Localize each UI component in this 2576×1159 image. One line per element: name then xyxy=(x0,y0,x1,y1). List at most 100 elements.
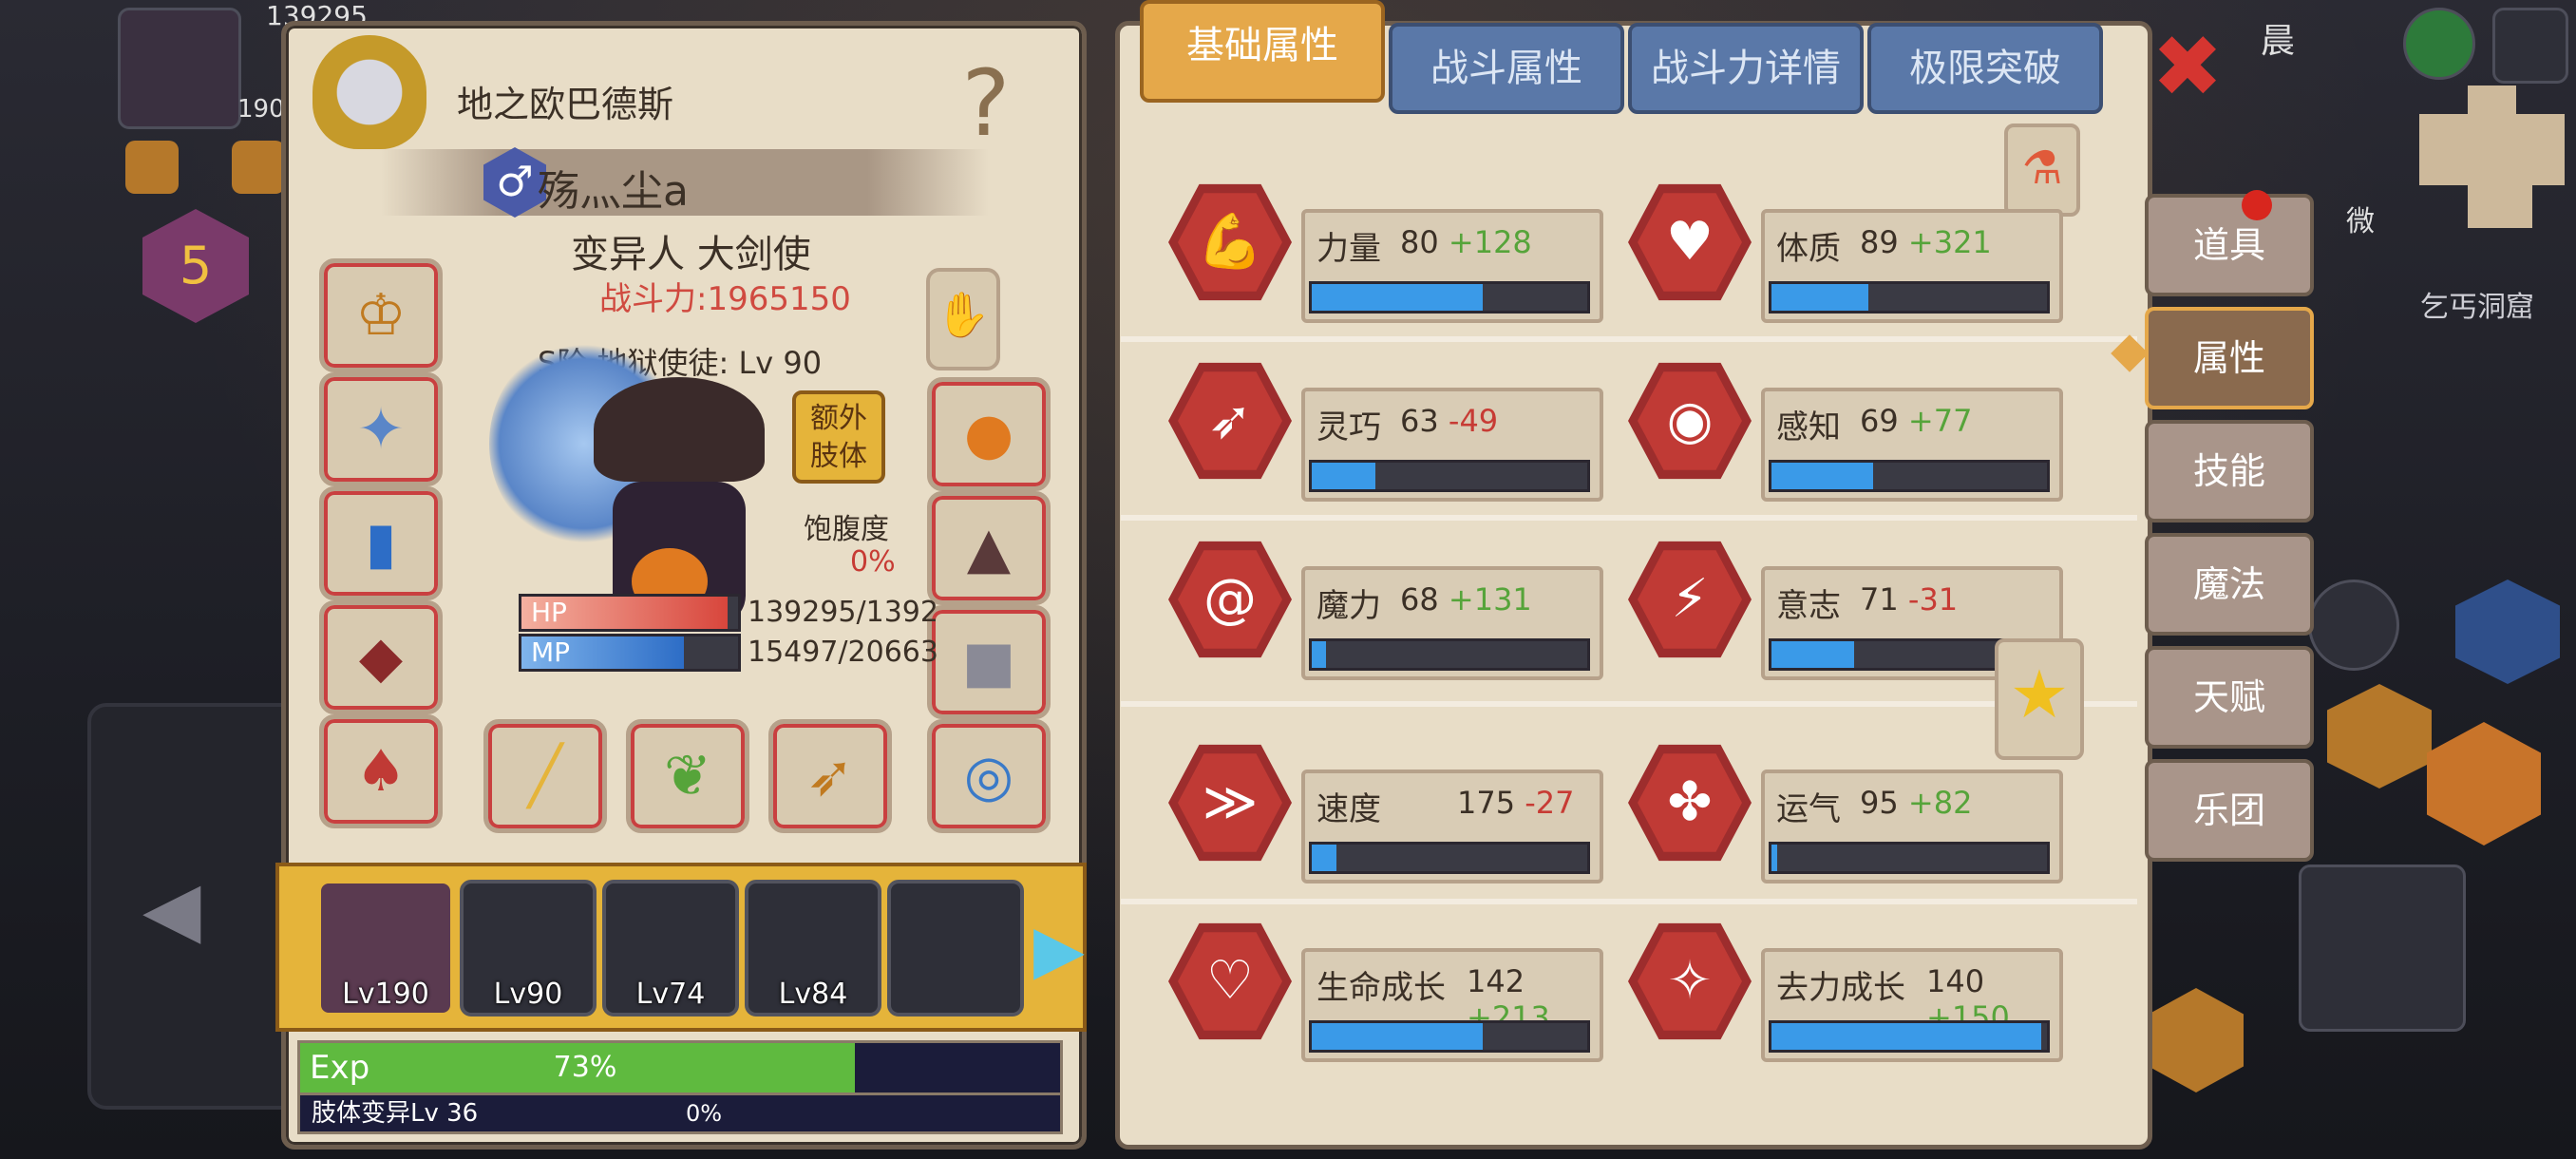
equip-slot-weapon[interactable]: ✦ xyxy=(319,372,443,486)
hanger-icon[interactable]: ? xyxy=(915,50,1057,164)
equip-slot-boots[interactable]: ■ xyxy=(927,605,1051,719)
tab-power-details[interactable]: 战斗力详情 xyxy=(1628,23,1864,114)
stat-value: 63 -49 xyxy=(1400,403,1498,439)
pumpkin-icon: ● xyxy=(963,401,1014,467)
mp-label: MP xyxy=(531,636,571,668)
extra-limb-button[interactable]: 额外 肢体 xyxy=(792,390,885,484)
dpad-left-arrow-icon[interactable]: ◀ xyxy=(142,864,201,953)
row-divider xyxy=(1121,701,2137,707)
hud-top-label: 晨 xyxy=(2261,22,2296,61)
exit-icon[interactable] xyxy=(2492,8,2568,84)
leaf-pumpkin-icon: ❦ xyxy=(663,743,712,809)
equip-slot-leaf[interactable]: ❦ xyxy=(626,719,749,833)
equip-slot-helm[interactable]: ▲ xyxy=(927,491,1051,605)
armor-icon: ◆ xyxy=(358,624,404,691)
ring-icon: ◎ xyxy=(963,743,1014,809)
stat-bar-fill xyxy=(1771,641,1854,668)
hud-skill-icon-2[interactable] xyxy=(232,141,285,194)
stat-base: 63 xyxy=(1400,403,1439,439)
party-strip: Lv190 Lv90 Lv74 Lv84 ▶ xyxy=(275,863,1087,1032)
limb-percent: 0% xyxy=(685,1100,723,1127)
stat-value: 69 +77 xyxy=(1860,403,1972,439)
mp-value: 15497/20663 xyxy=(748,636,938,669)
stat-bar xyxy=(1769,842,2050,874)
stat-base: 142 xyxy=(1467,963,1525,999)
equip-slot-head[interactable]: ♔ xyxy=(319,258,443,372)
stat-glyph: ≫ xyxy=(1178,753,1282,852)
side-menu-skills[interactable]: 技能 xyxy=(2145,420,2314,522)
stat-base: 175 xyxy=(1457,785,1516,821)
stat-bar-fill xyxy=(1312,1023,1483,1050)
side-menu-magic[interactable]: 魔法 xyxy=(2145,533,2314,636)
exp-percent: 73% xyxy=(553,1051,617,1084)
equip-slot-pumpkin[interactable]: ● xyxy=(927,377,1051,491)
party-next-arrow-icon[interactable]: ▶ xyxy=(1033,910,1085,988)
tab-basic-attributes[interactable]: 基础属性 xyxy=(1140,0,1385,103)
satiety-label: 饱腹度 xyxy=(804,513,889,546)
stat-glyph: ♡ xyxy=(1178,932,1282,1031)
equip-slot-bow[interactable]: ➶ xyxy=(768,719,892,833)
side-menu-band[interactable]: 乐团 xyxy=(2145,759,2314,862)
stat-name: 运气 xyxy=(1776,790,1841,828)
tab-limit-break[interactable]: 极限突破 xyxy=(1867,23,2103,114)
equip-slot-armor[interactable]: ◆ xyxy=(319,600,443,714)
stat-glyph: @ xyxy=(1178,550,1282,649)
equip-slot-extra[interactable]: ✋ xyxy=(926,268,1000,370)
favorite-star-icon[interactable]: ★ xyxy=(1995,638,2084,760)
stat-value: 89 +321 xyxy=(1860,224,1992,260)
stat-value: 80 +128 xyxy=(1400,224,1532,260)
side-menu-items[interactable]: 道具 xyxy=(2145,194,2314,296)
party-member-3[interactable]: Lv74 xyxy=(602,880,739,1016)
stat-bar-fill xyxy=(1312,463,1375,489)
equip-slot-staff[interactable]: ╱ xyxy=(483,719,607,833)
stat-base: 95 xyxy=(1860,785,1899,821)
stat-box: 感知 69 +77 xyxy=(1761,388,2063,502)
stat-glyph: ⚡ xyxy=(1638,550,1742,649)
stat-bonus: +77 xyxy=(1907,403,1973,439)
stat-base: 80 xyxy=(1400,224,1439,260)
party-member-level: Lv84 xyxy=(778,978,848,1011)
tab-combat-attributes[interactable]: 战斗属性 xyxy=(1389,23,1624,114)
row-divider xyxy=(1121,899,2137,904)
stat-box: 体质 89 +321 xyxy=(1761,209,2063,323)
side-menu-attributes[interactable]: 属性 xyxy=(2145,307,2314,409)
stat-base: 140 xyxy=(1926,963,1985,999)
hero-hat xyxy=(594,377,765,482)
potion-icon[interactable]: ⚗ xyxy=(2004,124,2080,217)
stat-bar-fill xyxy=(1312,284,1483,311)
equip-slot-ring[interactable]: ◎ xyxy=(927,719,1051,833)
party-member-4[interactable]: Lv84 xyxy=(745,880,881,1016)
hud-avatar[interactable] xyxy=(118,8,241,129)
stat-bar xyxy=(1309,1020,1590,1053)
stat-bar xyxy=(1769,281,2050,314)
stat-bonus: +131 xyxy=(1448,581,1532,618)
stat-box: 速度 175 -27 xyxy=(1301,770,1603,884)
close-icon[interactable]: ✖ xyxy=(2149,25,2226,110)
stat-name: 感知 xyxy=(1776,408,1841,446)
hp-value: 139295/1392 xyxy=(748,596,938,629)
side-menu-talent[interactable]: 天赋 xyxy=(2145,646,2314,749)
globe-icon[interactable] xyxy=(2403,8,2475,80)
stat-glyph: ✧ xyxy=(1638,932,1742,1031)
stat-bar-fill xyxy=(1771,463,1874,489)
notification-dot xyxy=(2242,190,2272,220)
equip-slot-accessory[interactable]: ♠ xyxy=(319,714,443,828)
crown-icon: ♔ xyxy=(355,282,407,349)
hp-bar: HP xyxy=(519,594,741,632)
row-divider xyxy=(1121,515,2137,521)
stat-base: 69 xyxy=(1860,403,1899,439)
book-icon[interactable] xyxy=(2308,580,2399,671)
party-member-empty[interactable] xyxy=(887,880,1024,1016)
hud-skill-icon-1[interactable] xyxy=(125,141,179,194)
sword-attack-icon[interactable] xyxy=(2299,864,2466,1032)
party-member-2[interactable]: Lv90 xyxy=(460,880,597,1016)
character-title: 地之欧巴德斯 xyxy=(457,84,674,125)
stat-bonus: +321 xyxy=(1907,224,1992,260)
stat-bar-fill xyxy=(1312,641,1326,668)
stat-bar-fill xyxy=(1771,1023,2042,1050)
bow-icon: ➶ xyxy=(805,743,855,809)
party-member-1[interactable]: Lv190 xyxy=(317,880,454,1016)
blue-gauntlet-icon: ✋ xyxy=(936,289,991,340)
stat-bar xyxy=(1309,842,1590,874)
equip-slot-cape[interactable]: ▮ xyxy=(319,486,443,600)
